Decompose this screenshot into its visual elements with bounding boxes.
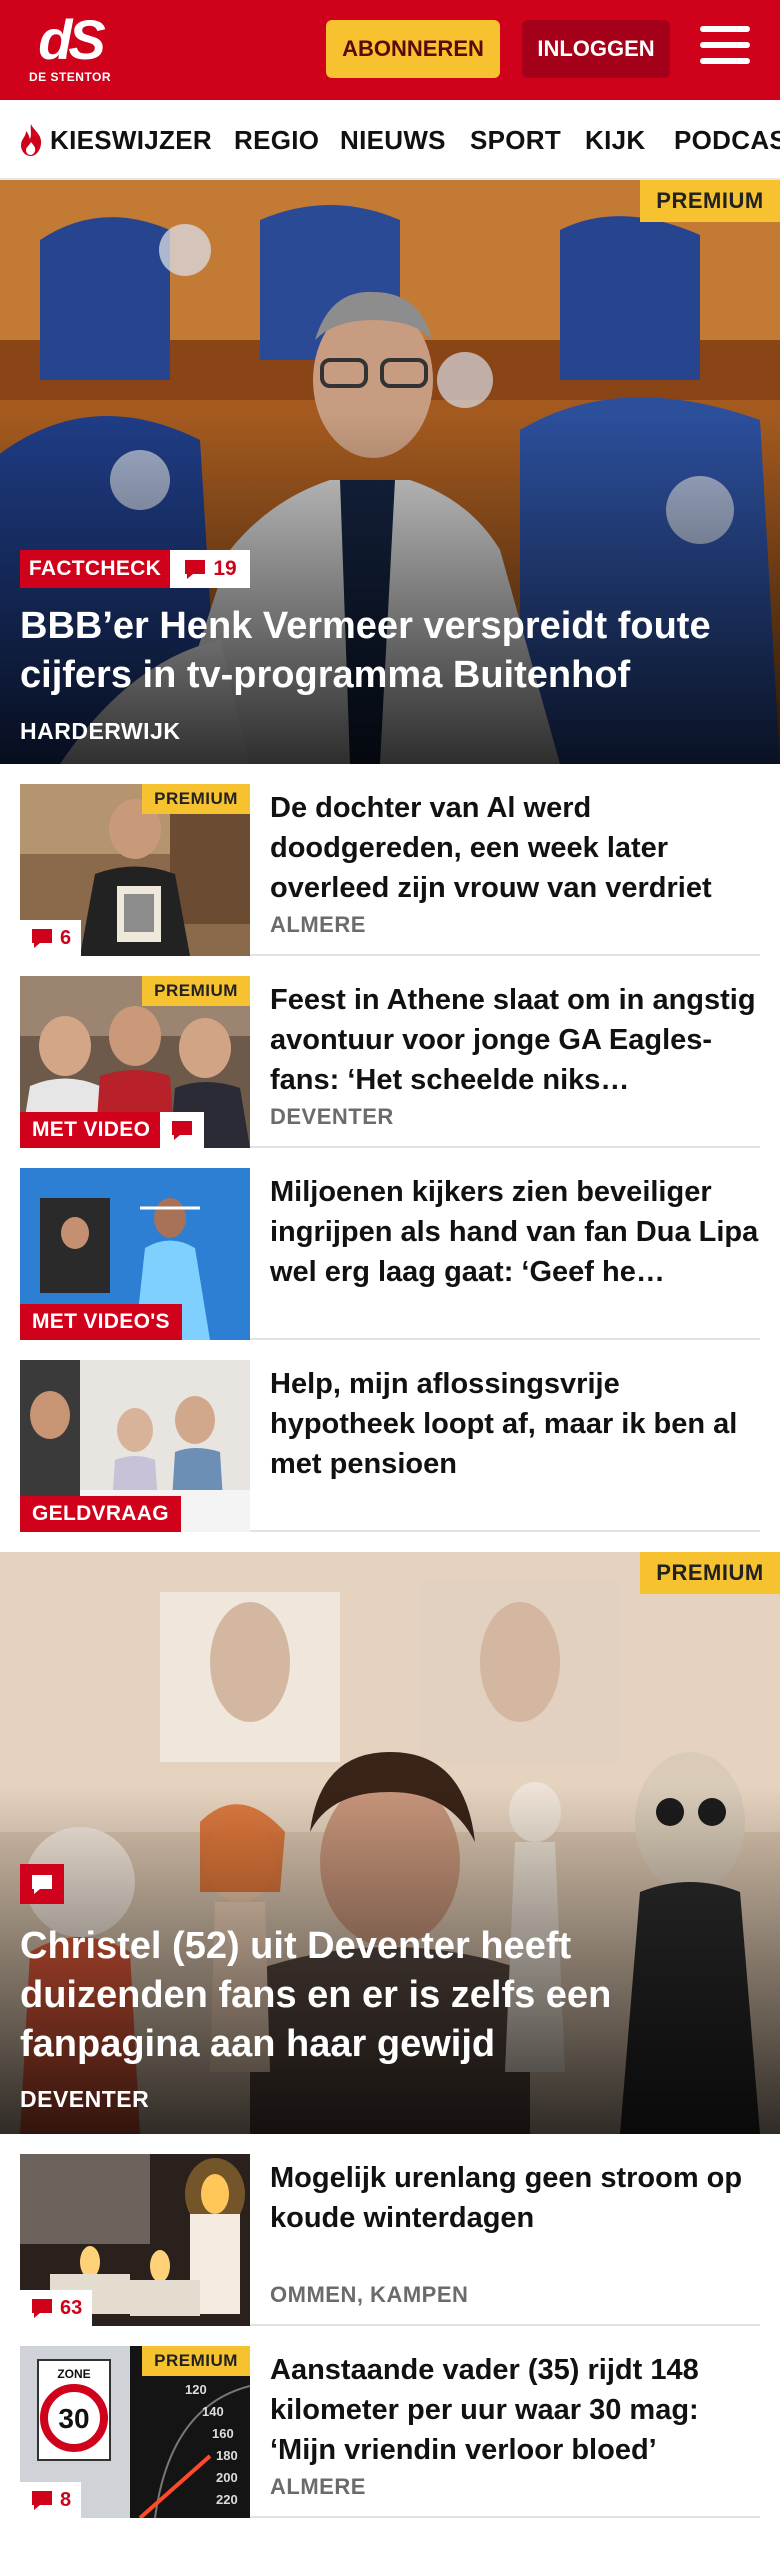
article-title[interactable]: Feest in Athene slaat om in angstig avon… [270, 980, 760, 1100]
logo-mark: dS [38, 8, 106, 71]
list-item[interactable]: PREMIUM MET VIDEO Feest in Athene slaat … [20, 976, 760, 1148]
section-nav: KIESWIJZER REGIO NIEUWS SPORT KIJK PODCA… [0, 100, 780, 180]
hero-location: DEVENTER [20, 2086, 150, 2112]
speedo-label: 160 [212, 2426, 234, 2441]
comment-icon [32, 929, 52, 948]
category-tag: GELDVRAAG [20, 1496, 181, 1532]
site-logo[interactable]: dS DE STENTOR [28, 12, 112, 88]
article-title[interactable]: Miljoenen kijkers zien beveiliger ingrij… [270, 1172, 760, 1292]
video-tag: MET VIDEO [20, 1112, 163, 1148]
nav-item-sport[interactable]: SPORT [470, 100, 561, 178]
speedo-label: 200 [216, 2470, 238, 2485]
comment-icon [32, 2299, 52, 2318]
comment-badge[interactable] [160, 1112, 204, 1148]
article-location: ALMERE [270, 2474, 366, 2499]
article-location: ALMERE [270, 912, 366, 937]
article-title[interactable]: Mogelijk urenlang geen stroom op koude w… [270, 2158, 760, 2238]
comment-count-badge[interactable]: 6 [20, 920, 82, 956]
article-thumbnail: ZONE 30 120 140 160 180 200 220 PREMIUM … [20, 2346, 250, 2518]
comment-icon [32, 2491, 52, 2510]
nav-item-regio[interactable]: REGIO [234, 100, 319, 178]
comment-icon [185, 560, 206, 579]
nav-label-kieswijzer: KIESWIJZER [50, 124, 212, 155]
logo-subtitle: DE STENTOR [28, 70, 112, 84]
hero-location: HARDERWIJK [20, 718, 181, 744]
nav-item-nieuws[interactable]: NIEUWS [340, 100, 446, 178]
article-thumbnail: MET VIDEO'S [20, 1168, 250, 1340]
speedo-label: 220 [216, 2492, 238, 2507]
article-thumbnail: 63 [20, 2154, 250, 2326]
comment-badge[interactable] [20, 1864, 64, 1904]
article-title[interactable]: De dochter van Al werd doodgereden, een … [270, 788, 760, 908]
premium-badge: PREMIUM [142, 976, 250, 1006]
hero-title[interactable]: BBB’er Henk Vermeer verspreidt foute cij… [20, 602, 758, 700]
hero-gradient [0, 413, 780, 764]
nav-item-podcast[interactable]: PODCAST [674, 100, 780, 178]
site-header: dS DE STENTOR ABONNEREN INLOGGEN [0, 0, 780, 100]
article-location: DEVENTER [270, 1104, 394, 1129]
comment-count-badge[interactable]: 8 [20, 2482, 82, 2518]
article-thumbnail: PREMIUM 6 [20, 784, 250, 956]
hero-article-factcheck[interactable]: PREMIUM FACTCHECK 19 BBB’er Henk Vermeer… [0, 180, 780, 764]
list-item[interactable]: MET VIDEO'S Miljoenen kijkers zien bevei… [20, 1168, 760, 1340]
comment-count: 8 [60, 2488, 72, 2511]
list-item[interactable]: GELDVRAAG Help, mijn aflossingsvrije hyp… [20, 1360, 760, 1532]
list-item[interactable]: PREMIUM 6 De dochter van Al werd doodger… [20, 784, 760, 956]
premium-badge: PREMIUM [142, 784, 250, 814]
hero-title[interactable]: Christel (52) uit Deventer heeft duizend… [20, 1922, 758, 2069]
comment-count: 63 [60, 2296, 83, 2319]
flame-icon [21, 124, 42, 156]
comment-count-badge[interactable]: 63 [20, 2290, 93, 2326]
premium-badge: PREMIUM [640, 1552, 780, 1594]
nav-item-kieswijzer[interactable]: KIESWIJZER [16, 100, 212, 178]
comment-count-badge[interactable]: 19 [170, 550, 250, 588]
comment-count: 19 [213, 557, 237, 580]
list-item[interactable]: 63 Mogelijk urenlang geen stroom op koud… [20, 2154, 760, 2326]
comment-icon [172, 1121, 192, 1140]
premium-badge: PREMIUM [640, 180, 780, 222]
nav-item-kijk[interactable]: KIJK [585, 100, 645, 178]
factcheck-tag: FACTCHECK [20, 550, 170, 588]
speedo-label: 120 [185, 2382, 207, 2397]
premium-badge: PREMIUM [142, 2346, 250, 2376]
article-thumbnail: GELDVRAAG [20, 1360, 250, 1532]
article-title[interactable]: Help, mijn aflossingsvrije hypotheek loo… [270, 1364, 760, 1484]
subscribe-button[interactable]: ABONNEREN [326, 20, 500, 78]
comment-count: 6 [60, 926, 72, 949]
article-thumbnail: PREMIUM MET VIDEO [20, 976, 250, 1148]
hamburger-menu-icon[interactable] [700, 26, 750, 70]
speedo-label: 140 [202, 2404, 224, 2419]
zone-sign-word: ZONE [57, 2367, 90, 2381]
comment-icon [32, 1875, 52, 1894]
article-title[interactable]: Aanstaande vader (35) rijdt 148 kilomete… [270, 2350, 760, 2470]
video-tag: MET VIDEO'S [20, 1304, 182, 1340]
hero-article-christel[interactable]: PREMIUM Christel (52) uit Deventer heeft… [0, 1552, 780, 2134]
article-location: OMMEN, KAMPEN [270, 2282, 469, 2307]
zone-sign-number: 30 [58, 2403, 89, 2434]
speedo-label: 180 [216, 2448, 238, 2463]
login-button[interactable]: INLOGGEN [522, 20, 670, 78]
list-item[interactable]: ZONE 30 120 140 160 180 200 220 PREMIUM … [20, 2346, 760, 2518]
